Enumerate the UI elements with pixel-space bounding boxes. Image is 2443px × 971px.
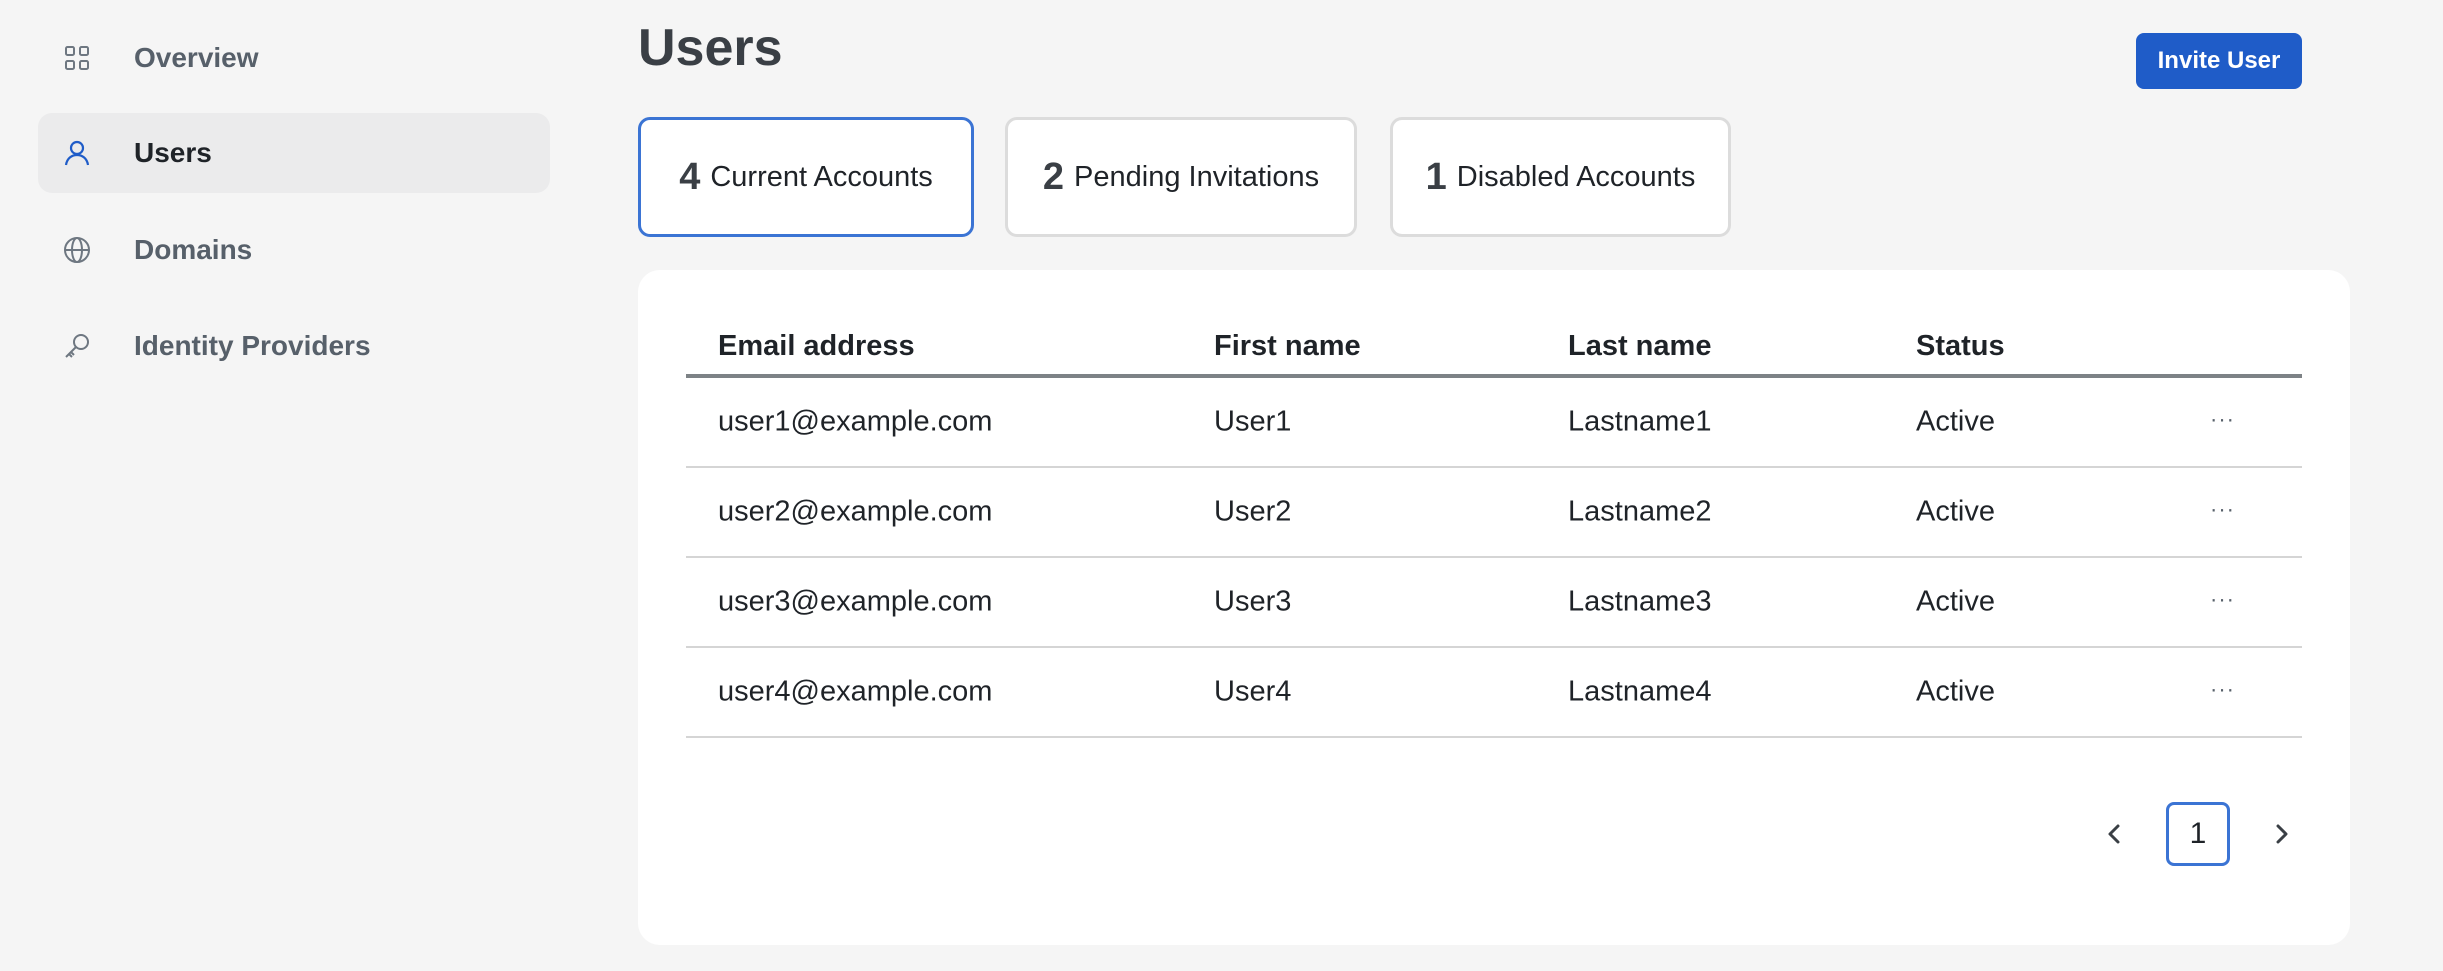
- sidebar: Overview Users Domains Identity Provider…: [0, 0, 580, 971]
- grid-icon: [62, 43, 92, 73]
- table-header: Email address First name Last name Statu…: [686, 310, 2302, 378]
- tab-current-accounts[interactable]: 4 Current Accounts: [638, 117, 974, 237]
- globe-icon: [62, 235, 92, 265]
- cell-email: user1@example.com: [718, 405, 993, 438]
- row-more-actions-button[interactable]: ···: [2210, 676, 2235, 702]
- cell-status: Active: [1916, 405, 1995, 438]
- column-header-last-name[interactable]: Last name: [1568, 330, 1711, 363]
- users-table: Email address First name Last name Statu…: [686, 310, 2302, 738]
- tab-label: Current Accounts: [710, 160, 933, 193]
- chevron-left-icon: [2108, 824, 2120, 844]
- cell-first-name: User1: [1214, 405, 1292, 438]
- pagination: 1: [638, 802, 2350, 866]
- cell-last-name: Lastname1: [1568, 405, 1712, 438]
- cell-email: user3@example.com: [718, 585, 993, 618]
- sidebar-item-label: Identity Providers: [134, 330, 371, 361]
- tab-count: 2: [1042, 155, 1065, 198]
- cell-last-name: Lastname2: [1568, 495, 1712, 528]
- cell-last-name: Lastname3: [1568, 585, 1712, 618]
- prev-page-button[interactable]: [2098, 818, 2130, 850]
- cell-email: user4@example.com: [718, 675, 993, 708]
- column-header-first-name[interactable]: First name: [1214, 330, 1361, 363]
- sidebar-item-domains[interactable]: Domains: [38, 210, 550, 290]
- next-page-button[interactable]: [2266, 818, 2298, 850]
- tab-pending-invitations[interactable]: 2 Pending Invitations: [1005, 117, 1357, 237]
- cell-first-name: User4: [1214, 675, 1292, 708]
- sidebar-item-label: Users: [134, 137, 212, 168]
- row-more-actions-button[interactable]: ···: [2210, 586, 2235, 612]
- tab-disabled-accounts[interactable]: 1 Disabled Accounts: [1390, 117, 1731, 237]
- sidebar-item-users[interactable]: Users: [38, 113, 550, 193]
- user-icon: [62, 138, 92, 168]
- cell-status: Active: [1916, 585, 1995, 618]
- invite-user-button[interactable]: Invite User: [2136, 33, 2302, 89]
- table-row: user3@example.com User3 Lastname3 Active…: [686, 558, 2302, 648]
- sidebar-item-label: Domains: [134, 234, 253, 265]
- column-header-email[interactable]: Email address: [718, 330, 915, 363]
- key-icon: [62, 331, 92, 361]
- column-header-status[interactable]: Status: [1916, 330, 2005, 363]
- sidebar-item-overview[interactable]: Overview: [38, 18, 550, 98]
- table-row: user4@example.com User4 Lastname4 Active…: [686, 648, 2302, 738]
- tab-label: Pending Invitations: [1074, 160, 1320, 193]
- cell-first-name: User2: [1214, 495, 1292, 528]
- cell-last-name: Lastname4: [1568, 675, 1712, 708]
- row-more-actions-button[interactable]: ···: [2210, 406, 2235, 432]
- table-row: user1@example.com User1 Lastname1 Active…: [686, 378, 2302, 468]
- cell-status: Active: [1916, 675, 1995, 708]
- tab-count: 4: [679, 155, 701, 198]
- page-number-button[interactable]: 1: [2166, 802, 2230, 866]
- users-table-panel: Email address First name Last name Statu…: [638, 270, 2350, 945]
- chevron-right-icon: [2276, 824, 2288, 844]
- cell-status: Active: [1916, 495, 1995, 528]
- cell-email: user2@example.com: [718, 495, 993, 528]
- cell-first-name: User3: [1214, 585, 1292, 618]
- table-row: user2@example.com User2 Lastname2 Active…: [686, 468, 2302, 558]
- sidebar-item-identity-providers[interactable]: Identity Providers: [38, 306, 550, 386]
- tab-count: 1: [1425, 155, 1447, 198]
- sidebar-item-label: Overview: [134, 42, 259, 73]
- row-more-actions-button[interactable]: ···: [2210, 496, 2235, 522]
- tab-label: Disabled Accounts: [1456, 160, 1696, 193]
- page-title: Users: [638, 19, 783, 77]
